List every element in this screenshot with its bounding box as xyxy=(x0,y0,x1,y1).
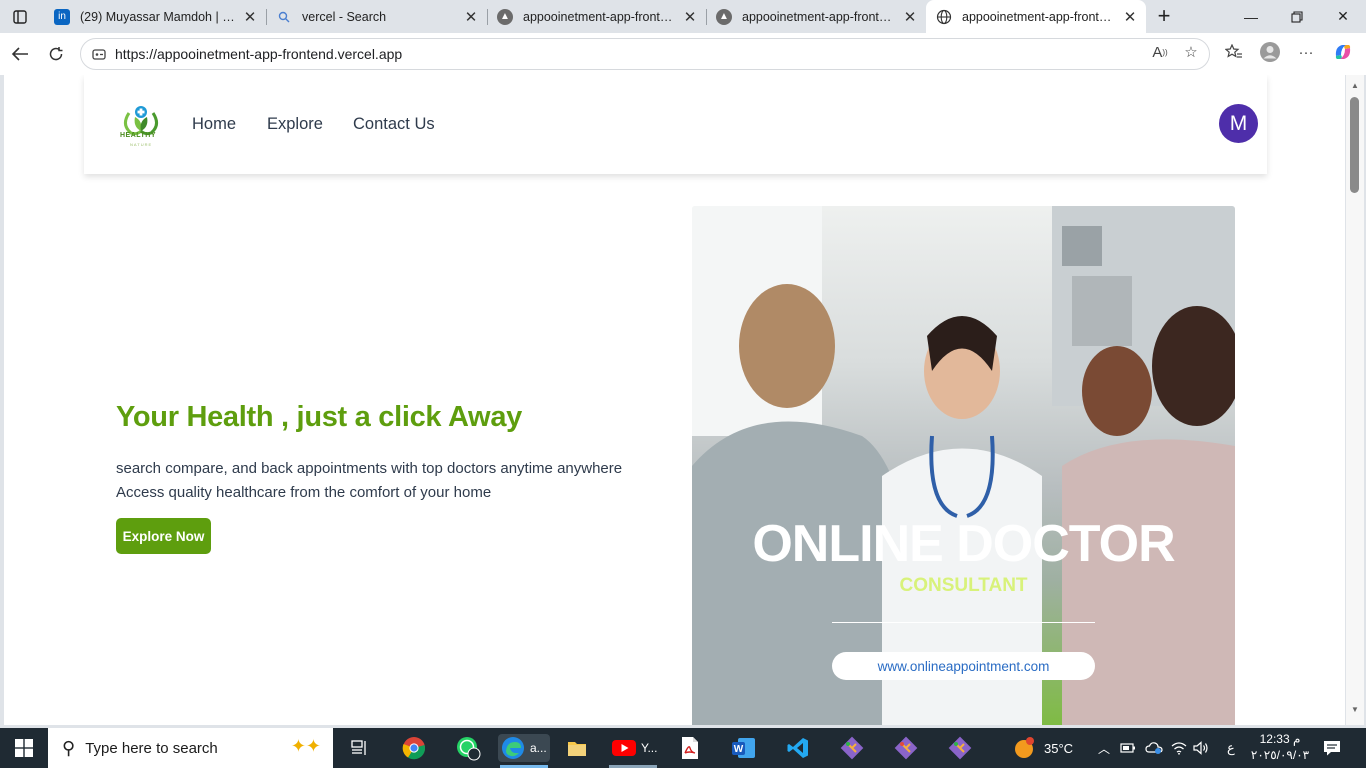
notifications-icon[interactable] xyxy=(1322,728,1342,768)
hero-title: Your Health , just a click Away xyxy=(116,401,522,433)
page-viewport: HEALTHY NATURE Home Explore Contact Us M… xyxy=(4,75,1345,725)
hero-line-2: Access quality healthcare from the comfo… xyxy=(116,484,492,501)
whatsapp-icon[interactable] xyxy=(453,734,483,762)
globe-icon xyxy=(936,9,952,25)
online-doctor-banner-image: ONLINE DOCTOR CONSULTANT www.onlineappoi… xyxy=(692,206,1235,725)
back-icon[interactable] xyxy=(5,40,35,68)
vercel-icon: ▲ xyxy=(497,8,513,25)
hero-line-1: search compare, and back appointments wi… xyxy=(116,460,623,477)
close-window-icon[interactable]: ✕ xyxy=(1320,0,1366,33)
minimize-icon[interactable]: — xyxy=(1228,0,1274,33)
refresh-icon[interactable] xyxy=(41,40,71,68)
git-tool-icon-1[interactable] xyxy=(837,734,867,762)
edge-icon xyxy=(502,737,524,759)
browser-tab-strip: in (29) Muyassar Mamdoh | Linke ✕ vercel… xyxy=(0,0,1366,33)
clock-date: ٢٠٢٥/٠٩/٠٣ xyxy=(1250,748,1310,762)
search-icon: ⚲ xyxy=(62,737,76,758)
taskbar-search-placeholder: Type here to search xyxy=(85,739,218,757)
svg-text:W: W xyxy=(734,744,744,755)
linkedin-icon: in xyxy=(54,8,70,25)
vercel-icon: ▲ xyxy=(716,8,732,25)
scroll-up-icon[interactable]: ▲ xyxy=(1350,81,1360,90)
tab-label: appooinetment-app-frontend xyxy=(962,9,1116,24)
tab-actions-icon[interactable] xyxy=(6,5,34,29)
youtube-icon xyxy=(612,740,636,756)
git-tool-icon-2[interactable] xyxy=(891,734,921,762)
chrome-icon[interactable] xyxy=(399,734,429,762)
banner-divider xyxy=(832,622,1095,623)
search-highlight-icon[interactable]: ✦✦ xyxy=(291,736,321,757)
favorite-star-icon[interactable]: ☆ xyxy=(1177,38,1205,66)
windows-start-icon[interactable] xyxy=(0,728,48,768)
input-language-indicator[interactable]: ع xyxy=(1227,728,1235,768)
logo-text: HEALTHY xyxy=(120,132,157,139)
tab-label: appooinetment-app-frontend xyxy=(742,9,896,24)
taskbar-search-box[interactable]: ⚲ Type here to search ✦✦ xyxy=(48,728,333,768)
close-icon[interactable]: ✕ xyxy=(463,9,479,26)
nav-explore[interactable]: Explore xyxy=(267,115,323,134)
site-header: HEALTHY NATURE Home Explore Contact Us M xyxy=(84,75,1267,174)
word-icon[interactable]: W xyxy=(729,734,759,762)
tab-app-active[interactable]: appooinetment-app-frontend ✕ xyxy=(926,0,1146,33)
favorites-icon[interactable] xyxy=(1220,38,1248,66)
restore-icon[interactable] xyxy=(1274,0,1320,33)
file-explorer-icon[interactable] xyxy=(562,734,592,762)
tab-app-2[interactable]: ▲ appooinetment-app-frontend ✕ xyxy=(706,0,926,33)
close-icon[interactable]: ✕ xyxy=(242,9,258,26)
show-hidden-icons[interactable]: ︿ xyxy=(1098,728,1110,768)
vscode-icon[interactable] xyxy=(783,734,813,762)
scroll-down-icon[interactable]: ▼ xyxy=(1350,705,1360,714)
youtube-taskbar-button[interactable]: Y... xyxy=(609,734,659,762)
explore-now-button[interactable]: Explore Now xyxy=(116,518,211,554)
close-icon[interactable]: ✕ xyxy=(902,9,918,26)
edge-window-label: a... xyxy=(530,741,547,755)
nav-home[interactable]: Home xyxy=(192,115,236,134)
task-view-icon[interactable] xyxy=(345,734,375,762)
site-info-icon[interactable] xyxy=(91,46,107,62)
copilot-icon[interactable] xyxy=(1329,38,1357,66)
tab-label: appooinetment-app-frontend xyxy=(523,9,676,24)
doctor-consultation-photo xyxy=(692,206,1235,725)
banner-subheadline: CONSULTANT xyxy=(899,575,1028,596)
banner-headline: ONLINE DOCTOR xyxy=(752,515,1175,573)
search-icon xyxy=(276,9,292,25)
battery-icon[interactable] xyxy=(1120,728,1136,768)
banner-url-pill: www.onlineappointment.com xyxy=(832,652,1095,680)
tab-linkedin[interactable]: in (29) Muyassar Mamdoh | Linke ✕ xyxy=(44,0,266,33)
hero-description: search compare, and back appointments wi… xyxy=(116,457,622,505)
scrollbar-thumb[interactable] xyxy=(1350,97,1359,193)
browser-toolbar: https://appooinetment-app-frontend.verce… xyxy=(0,33,1366,75)
git-tool-icon-3[interactable] xyxy=(945,734,975,762)
edge-taskbar-button[interactable]: a... xyxy=(498,734,550,762)
url-text: https://appooinetment-app-frontend.verce… xyxy=(115,46,403,62)
page-scrollbar[interactable]: ▲ ▼ xyxy=(1346,75,1364,725)
read-aloud-icon[interactable]: A)) xyxy=(1146,38,1174,66)
tab-label: vercel - Search xyxy=(302,9,387,24)
profile-icon[interactable] xyxy=(1256,38,1284,66)
logo-subtext: NATURE xyxy=(130,142,153,147)
address-bar[interactable]: https://appooinetment-app-frontend.verce… xyxy=(80,38,1210,70)
pdf-reader-icon[interactable] xyxy=(675,734,705,762)
nav-contact-us[interactable]: Contact Us xyxy=(353,115,435,134)
sun-icon xyxy=(1015,737,1034,758)
wifi-icon[interactable] xyxy=(1171,728,1187,768)
tab-vercel-search[interactable]: vercel - Search ✕ xyxy=(266,0,487,33)
tab-app-1[interactable]: ▲ appooinetment-app-frontend ✕ xyxy=(487,0,706,33)
clock-time: 12:33 م xyxy=(1259,732,1301,746)
tab-label: (29) Muyassar Mamdoh | Linke xyxy=(80,9,236,24)
taskbar-clock[interactable]: 12:33 م ٢٠٢٥/٠٩/٠٣ xyxy=(1250,731,1310,763)
close-icon[interactable]: ✕ xyxy=(1122,9,1138,26)
windows-taskbar: ⚲ Type here to search ✦✦ a... Y... W 35°… xyxy=(0,728,1366,768)
weather-widget[interactable]: 35°C xyxy=(1012,728,1073,768)
volume-icon[interactable] xyxy=(1193,728,1209,768)
user-avatar[interactable]: M xyxy=(1219,104,1258,143)
more-menu-icon[interactable]: ··· xyxy=(1292,38,1320,66)
close-icon[interactable]: ✕ xyxy=(682,9,698,26)
youtube-window-label: Y... xyxy=(641,741,658,755)
weather-temperature: 35°C xyxy=(1044,740,1074,756)
new-tab-icon[interactable]: + xyxy=(1150,3,1178,28)
onedrive-icon[interactable] xyxy=(1145,728,1163,768)
